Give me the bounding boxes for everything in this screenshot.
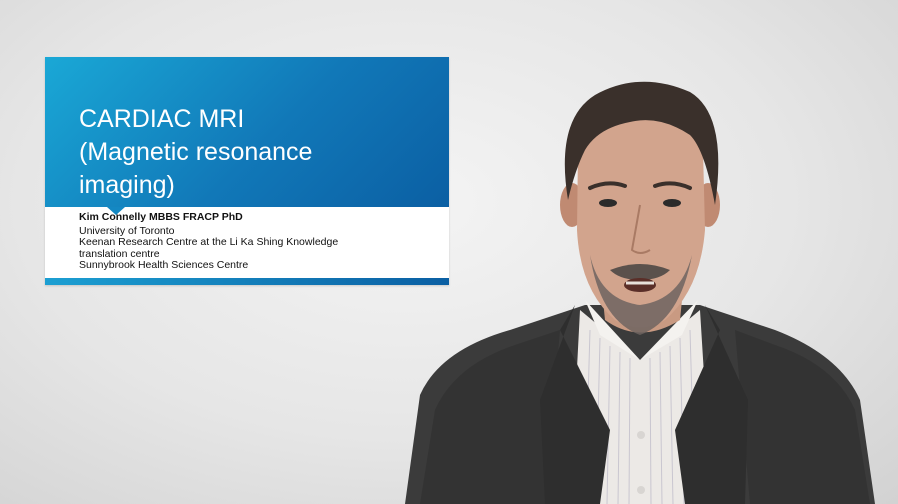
- affiliation-line: Sunnybrook Health Sciences Centre: [79, 259, 249, 271]
- slide-title-line: CARDIAC MRI: [79, 105, 245, 133]
- title-banner: CARDIAC MRI (Magnetic resonance imaging): [45, 57, 449, 215]
- affiliation-line: Keenan Research Centre at the Li Ka Shin…: [79, 236, 339, 248]
- slide-title-line: imaging): [79, 171, 175, 199]
- slide-title-line: (Magnetic resonance: [79, 138, 313, 166]
- lower-third-title-card: CARDIAC MRI (Magnetic resonance imaging)…: [45, 57, 449, 285]
- card-footer-bar: [45, 278, 449, 285]
- slide-title: CARDIAC MRI (Magnetic resonance imaging): [79, 103, 429, 202]
- presenter-name: Kim Connelly MBBS FRACP PhD: [79, 211, 243, 223]
- presenter-info: Kim Connelly MBBS FRACP PhD University o…: [79, 211, 439, 272]
- video-frame: CARDIAC MRI (Magnetic resonance imaging)…: [0, 0, 898, 504]
